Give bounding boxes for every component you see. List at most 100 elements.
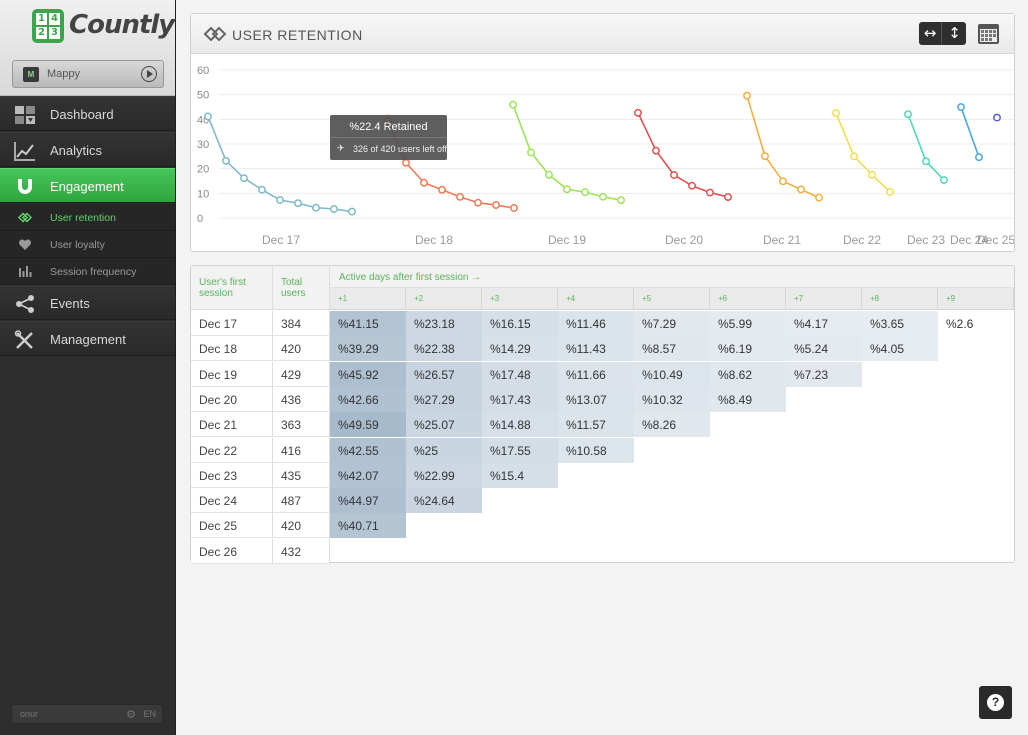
retention-cell[interactable]: %45.92 [330,361,406,387]
subnav-item-session-frequency[interactable]: Session frequency [0,258,175,285]
cell-text: +4 [566,294,576,303]
day-header[interactable]: +3 [482,288,558,310]
retention-cell[interactable]: %6.19 [710,336,786,362]
cell-text: Dec 23 [199,468,238,483]
retention-cell[interactable]: %8.62 [710,361,786,387]
retention-cell[interactable]: %8.49 [710,386,786,412]
retention-cell[interactable]: %4.17 [786,311,862,336]
app-selector[interactable]: M Mappy [12,60,164,88]
retention-cell[interactable]: %17.55 [482,437,558,463]
calendar-icon[interactable] [976,21,1001,46]
day-header[interactable]: +8 [862,288,938,310]
nav-item-analytics[interactable]: Analytics [0,132,175,167]
retention-cell[interactable]: %5.24 [786,336,862,362]
retention-cell[interactable]: %17.43 [482,386,558,412]
retention-cell[interactable]: %13.07 [558,386,634,412]
retention-cell[interactable]: %7.23 [786,361,862,387]
retention-cell[interactable]: %26.57 [406,361,482,387]
row-total: 429 [273,361,330,387]
horizontal-zoom-button[interactable]: ↔ [919,22,942,45]
retention-chart[interactable]: 0102030405060Dec 17 Dec 18 Dec 19 Dec 20 Dec… [191,55,1014,251]
gear-icon[interactable]: ⚙ [126,708,136,721]
retention-cell[interactable]: %42.07 [330,462,406,488]
y-tick-label: 60 [197,65,209,77]
data-point [348,207,356,216]
nav-item-events[interactable]: Events [0,285,175,320]
nav-item-engagement[interactable]: Engagement [0,168,175,203]
subnav-item-user-loyalty[interactable]: User loyalty [0,231,175,258]
retention-cell[interactable]: %11.46 [558,311,634,336]
cell-text: %6.19 [718,342,753,357]
series-line [907,113,945,181]
subnav-item-user-retention[interactable]: User retention [0,204,175,231]
play-icon[interactable] [141,66,157,82]
retention-cell[interactable]: %10.58 [558,437,634,463]
retention-cell[interactable]: %39.29 [330,336,406,362]
retention-cell[interactable]: %25 [406,437,482,463]
bars-icon [19,266,32,277]
day-header[interactable]: +1 [330,288,406,310]
retention-cell[interactable]: %24.64 [406,488,482,514]
cell-text: Dec 26 [199,544,238,559]
retention-cell[interactable]: %11.57 [558,412,634,438]
retention-cell[interactable]: %27.29 [406,386,482,412]
series-line [960,106,980,158]
retention-cell[interactable]: %22.99 [406,462,482,488]
countly-logo[interactable]: 1 4 2 3 Countly [30,8,175,44]
retention-cell[interactable]: %7.29 [634,311,710,336]
day-header[interactable]: +6 [710,288,786,310]
retention-cell[interactable]: %14.29 [482,336,558,362]
retention-cell[interactable]: %8.57 [634,336,710,362]
day-header[interactable]: +5 [634,288,710,310]
retention-cell[interactable]: %11.66 [558,361,634,387]
nav-item-management[interactable]: Management [0,321,175,356]
cell-text: +1 [338,294,348,303]
nav-item-dashboard[interactable]: Dashboard [0,96,175,131]
retention-cell[interactable]: %3.65 [862,311,938,336]
cell-text: Dec 19 [199,367,238,382]
retention-cell[interactable]: %14.88 [482,412,558,438]
header-total-users[interactable]: Total users [273,266,330,310]
day-header[interactable]: +2 [406,288,482,310]
day-header[interactable]: +9 [938,288,1014,310]
help-button[interactable]: ? [979,686,1012,719]
data-point [797,185,805,194]
user-box[interactable]: onur ⚙ EN [11,704,163,724]
retention-cell[interactable]: %25.07 [406,412,482,438]
data-point [222,156,230,165]
retention-cell[interactable]: %4.05 [862,336,938,362]
retention-cell[interactable]: %11.43 [558,336,634,362]
cell-text: %41.15 [338,317,379,331]
retention-cell[interactable]: %17.48 [482,361,558,387]
retention-cell[interactable]: %15.4 [482,462,558,488]
vertical-zoom-button[interactable]: ↕ [943,22,966,45]
cell-text: Dec 17 [199,317,238,331]
retention-cell[interactable]: %5.99 [710,311,786,336]
retention-cell[interactable]: %41.15 [330,311,406,336]
retention-cell[interactable]: %40.71 [330,513,406,539]
retention-cell[interactable]: %2.6 [938,311,1014,336]
retention-cell[interactable]: %44.97 [330,488,406,514]
header-first-session[interactable]: User's first session [191,266,273,310]
cell-text: +9 [946,294,956,303]
retention-cell[interactable]: %10.49 [634,361,710,387]
data-point [743,91,751,100]
data-point [509,100,517,109]
retention-cell[interactable]: %42.66 [330,386,406,412]
retention-cell[interactable]: %23.18 [406,311,482,336]
row-total: 487 [273,488,330,514]
retention-cell[interactable]: %22.38 [406,336,482,362]
cell-text: %49.59 [338,418,379,433]
retention-cell[interactable]: %10.32 [634,386,710,412]
retention-cell[interactable]: %16.15 [482,311,558,336]
day-header[interactable]: +4 [558,288,634,310]
data-point [204,112,212,121]
row-total: 363 [273,412,330,438]
cell-text: %7.23 [794,367,829,382]
retention-cell[interactable]: %42.55 [330,437,406,463]
retention-cell[interactable]: %8.26 [634,412,710,438]
day-header[interactable]: +7 [786,288,862,310]
language-selector[interactable]: EN [143,709,156,719]
cell-text: +7 [794,294,804,303]
retention-cell[interactable]: %49.59 [330,412,406,438]
